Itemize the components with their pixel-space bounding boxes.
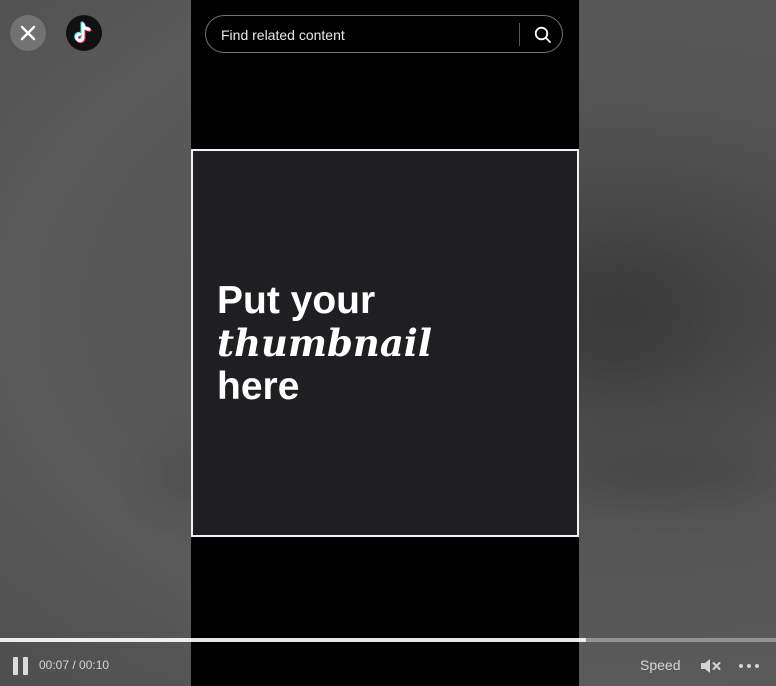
search-icon bbox=[534, 26, 551, 43]
thumbnail-line-3: here bbox=[217, 365, 300, 408]
thumbnail-line-2: thumbnail bbox=[217, 321, 432, 365]
more-options-button[interactable] bbox=[737, 654, 761, 678]
search-bar bbox=[205, 15, 563, 54]
tiktok-logo-icon bbox=[74, 21, 92, 44]
close-icon bbox=[20, 25, 36, 41]
thumbnail-line-1: Put your bbox=[217, 279, 376, 322]
time-display: 00:07 / 00:10 bbox=[39, 658, 110, 672]
speed-button[interactable]: Speed bbox=[640, 657, 680, 673]
background-blur-shape bbox=[560, 450, 776, 500]
tiktok-logo[interactable] bbox=[66, 15, 102, 51]
search-button[interactable] bbox=[528, 20, 558, 50]
close-button[interactable] bbox=[10, 15, 46, 51]
video-player-overlay: Put your thumbnail here Find related con… bbox=[0, 0, 776, 686]
progress-bar[interactable] bbox=[0, 638, 776, 642]
muted-speaker-icon bbox=[701, 659, 721, 673]
thumbnail-placeholder: Put your thumbnail here bbox=[191, 149, 579, 537]
more-options-icon bbox=[739, 664, 759, 668]
search-divider bbox=[519, 23, 520, 46]
search-input[interactable] bbox=[219, 16, 513, 54]
pause-button[interactable] bbox=[12, 656, 30, 676]
thumbnail-caption: Put your thumbnail here bbox=[217, 279, 432, 408]
progress-bar-fill bbox=[0, 638, 586, 642]
mute-button[interactable] bbox=[699, 654, 723, 678]
player-controls: 00:07 / 00:10 Speed bbox=[0, 646, 776, 686]
